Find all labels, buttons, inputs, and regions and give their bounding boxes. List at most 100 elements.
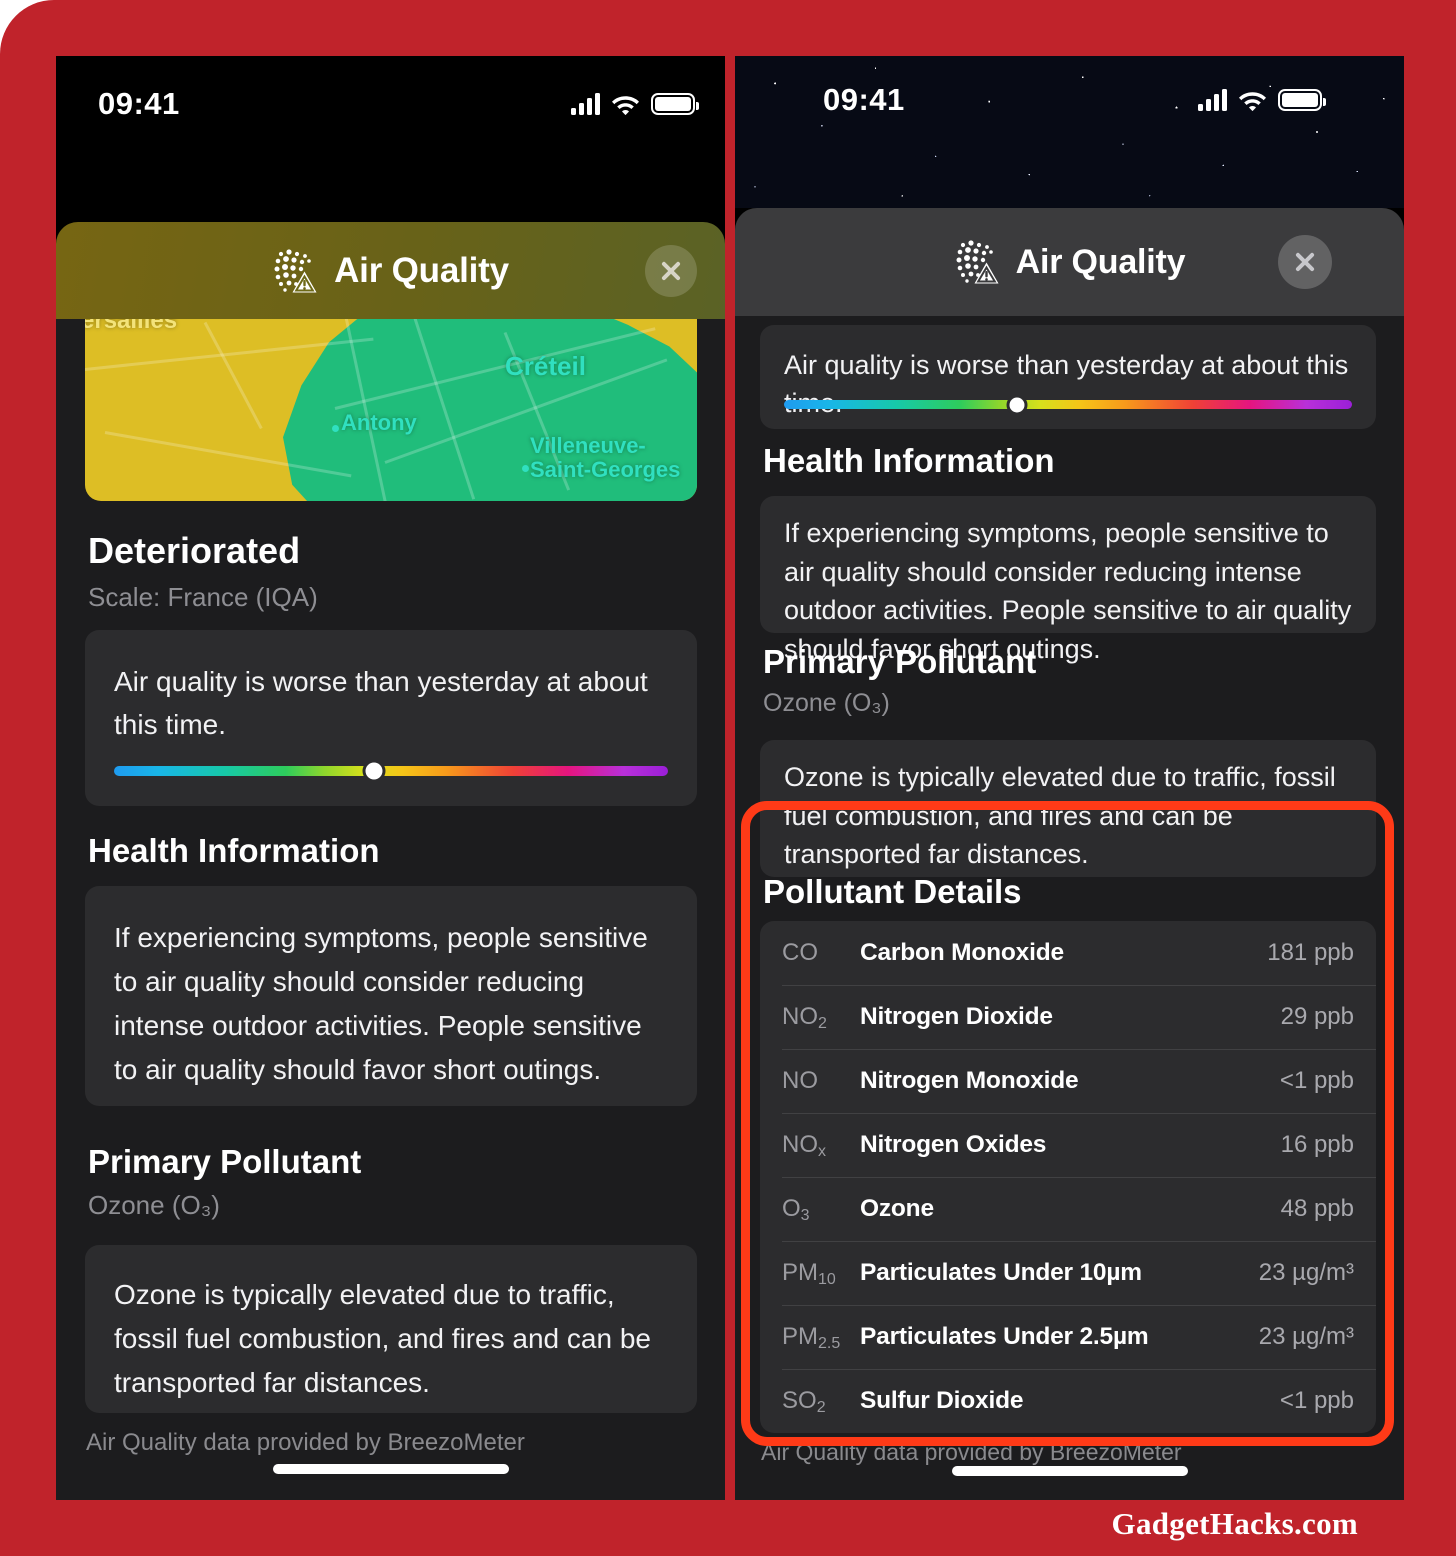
air-quality-dots-warning-icon [954,238,1002,286]
health-information-card-left: If experiencing symptoms, people sensiti… [85,886,697,1106]
close-icon [659,259,683,283]
status-bar-icons [571,89,699,116]
pollutant-name: Particulates Under 10µm [860,1259,1142,1286]
health-information-heading: Health Information [88,832,380,869]
primary-pollutant-heading: Primary Pollutant [763,643,1037,680]
pollutant-row[interactable]: NOx Nitrogen Oxides 16 ppb [760,1113,1376,1177]
aqi-scale-bar [784,397,1352,412]
condition-title: Deteriorated [88,530,301,571]
health-information-card-right: If experiencing symptoms, people sensiti… [760,496,1376,664]
pollutant-formula: PM10 [782,1259,836,1288]
map-label: Créteil [505,351,586,381]
pollutant-name: Nitrogen Dioxide [860,1003,1053,1030]
pollutant-name: Carbon Monoxide [860,939,1064,966]
watermark-gadgethacks: GadgetHacks.com [1111,1506,1358,1541]
pollutant-value: 23 µg/m³ [1258,1259,1354,1286]
primary-pollutant-text: Ozone is typically elevated due to traff… [784,762,1336,870]
pollutant-value: 48 ppb [1280,1195,1354,1222]
pollutant-value: 29 ppb [1280,1003,1354,1030]
map-label: Villeneuve- [530,433,646,458]
primary-pollutant-card-left: Ozone is typically elevated due to traff… [85,1245,697,1413]
pollutant-formula: NO [782,1067,818,1094]
map-dot [332,425,339,432]
map-road [203,321,263,430]
cellular-signal-icon [571,93,600,115]
pollutant-name: Particulates Under 2.5µm [860,1323,1149,1350]
map-dot [522,465,529,472]
air-quality-sheet-left[interactable]: ersailles Créteil Antony Villeneuve- Sai… [56,319,725,1500]
pollutant-row[interactable]: SO2 Sulfur Dioxide <1 ppb [760,1369,1376,1433]
primary-pollutant-text: Ozone is typically elevated due to traff… [114,1279,651,1398]
comparison-card-left: Air quality is worse than yesterday at a… [85,630,697,806]
wifi-icon [611,93,640,116]
modal-title-group: Air Quality [954,238,1186,286]
data-source-footnote: Air Quality data provided by BreezoMeter [86,1429,525,1456]
pollutant-formula: PM2.5 [782,1323,841,1352]
pollutant-formula: CO [782,939,818,966]
pollutant-value: <1 ppb [1279,1387,1354,1414]
pollutant-value: 23 µg/m³ [1258,1323,1354,1350]
air-quality-modal-header-left: Air Quality [56,222,725,319]
air-quality-modal-header-right: Air Quality [735,208,1404,316]
health-information-text: If experiencing symptoms, people sensiti… [114,922,648,1085]
close-button[interactable] [1278,235,1332,289]
cellular-signal-icon [1198,89,1227,111]
primary-pollutant-sub: Ozone (O₃) [88,1190,220,1220]
screenshot-root: GadgetHacks.com 09:41 Air Quality ersail… [0,0,1456,1556]
comparison-text: Air quality is worse than yesterday at a… [784,350,1349,418]
aqi-scale-marker [365,762,383,780]
pollutant-row[interactable]: NO Nitrogen Monoxide <1 ppb [760,1049,1376,1113]
modal-title: Air Quality [1015,242,1186,281]
status-bar-right: 09:41 [735,56,1404,156]
wifi-icon [1238,89,1267,112]
pollutant-name: Sulfur Dioxide [860,1387,1024,1414]
modal-title: Air Quality [334,250,509,290]
modal-title-group: Air Quality [272,247,509,295]
aqi-scale-marker [1009,397,1025,412]
comparison-card-right: Air quality is worse than yesterday at a… [760,325,1376,429]
status-bar-left: 09:41 [56,56,725,156]
pollutant-value: <1 ppb [1279,1067,1354,1094]
pollutant-value: 181 ppb [1267,939,1354,966]
home-indicator[interactable] [272,1464,509,1474]
aqi-scale-bar [114,762,668,780]
primary-pollutant-heading: Primary Pollutant [88,1143,362,1180]
pollutant-formula: SO2 [782,1387,826,1416]
close-icon [1293,250,1317,274]
primary-pollutant-sub: Ozone (O₃) [763,689,890,717]
map-label: ersailles [85,319,178,334]
pollutant-name: Nitrogen Monoxide [860,1067,1079,1094]
phone-screen-left: 09:41 Air Quality ersailles Créteil Anto… [56,56,725,1500]
pollutant-name: Nitrogen Oxides [860,1131,1047,1158]
pollutant-formula: NO2 [782,1003,827,1032]
air-quality-map[interactable]: ersailles Créteil Antony Villeneuve- Sai… [85,319,697,501]
status-bar-icons [1198,85,1326,112]
data-source-footnote: Air Quality data provided by BreezoMeter [761,1439,1182,1465]
pollutant-formula: O3 [782,1195,810,1224]
pollutant-row[interactable]: O3 Ozone 48 ppb [760,1177,1376,1241]
pollutant-row[interactable]: CO Carbon Monoxide 181 ppb [760,921,1376,985]
battery-icon [1278,89,1326,111]
close-button[interactable] [645,244,697,297]
pollutant-details-heading: Pollutant Details [763,873,1022,910]
pollutant-row[interactable]: PM2.5 Particulates Under 2.5µm 23 µg/m³ [760,1305,1376,1369]
phone-screen-right: 09:41 Air Quality Air quality is worse t… [735,56,1404,1500]
pollutant-name: Ozone [860,1195,934,1222]
pollutant-value: 16 ppb [1280,1131,1354,1158]
pollutant-formula: NOx [782,1131,826,1160]
status-bar-time: 09:41 [823,82,905,117]
air-quality-sheet-right[interactable]: Air quality is worse than yesterday at a… [735,316,1404,1500]
pollutant-row[interactable]: PM10 Particulates Under 10µm 23 µg/m³ [760,1241,1376,1305]
comparison-text: Air quality is worse than yesterday at a… [114,666,648,741]
scale-label: Scale: France (IQA) [88,582,318,612]
pollutant-row[interactable]: NO2 Nitrogen Dioxide 29 ppb [760,985,1376,1049]
home-indicator[interactable] [951,1466,1188,1476]
primary-pollutant-card-right: Ozone is typically elevated due to traff… [760,740,1376,877]
pollutant-details-list[interactable]: CO Carbon Monoxide 181 ppb NO2 Nitrogen Diox… [760,921,1376,1433]
health-information-heading: Health Information [763,442,1055,479]
map-label: Saint-Georges [530,457,681,482]
battery-icon [651,93,699,115]
map-label: Antony [341,410,417,435]
air-quality-dots-warning-icon [272,247,320,295]
status-bar-time: 09:41 [98,86,180,121]
